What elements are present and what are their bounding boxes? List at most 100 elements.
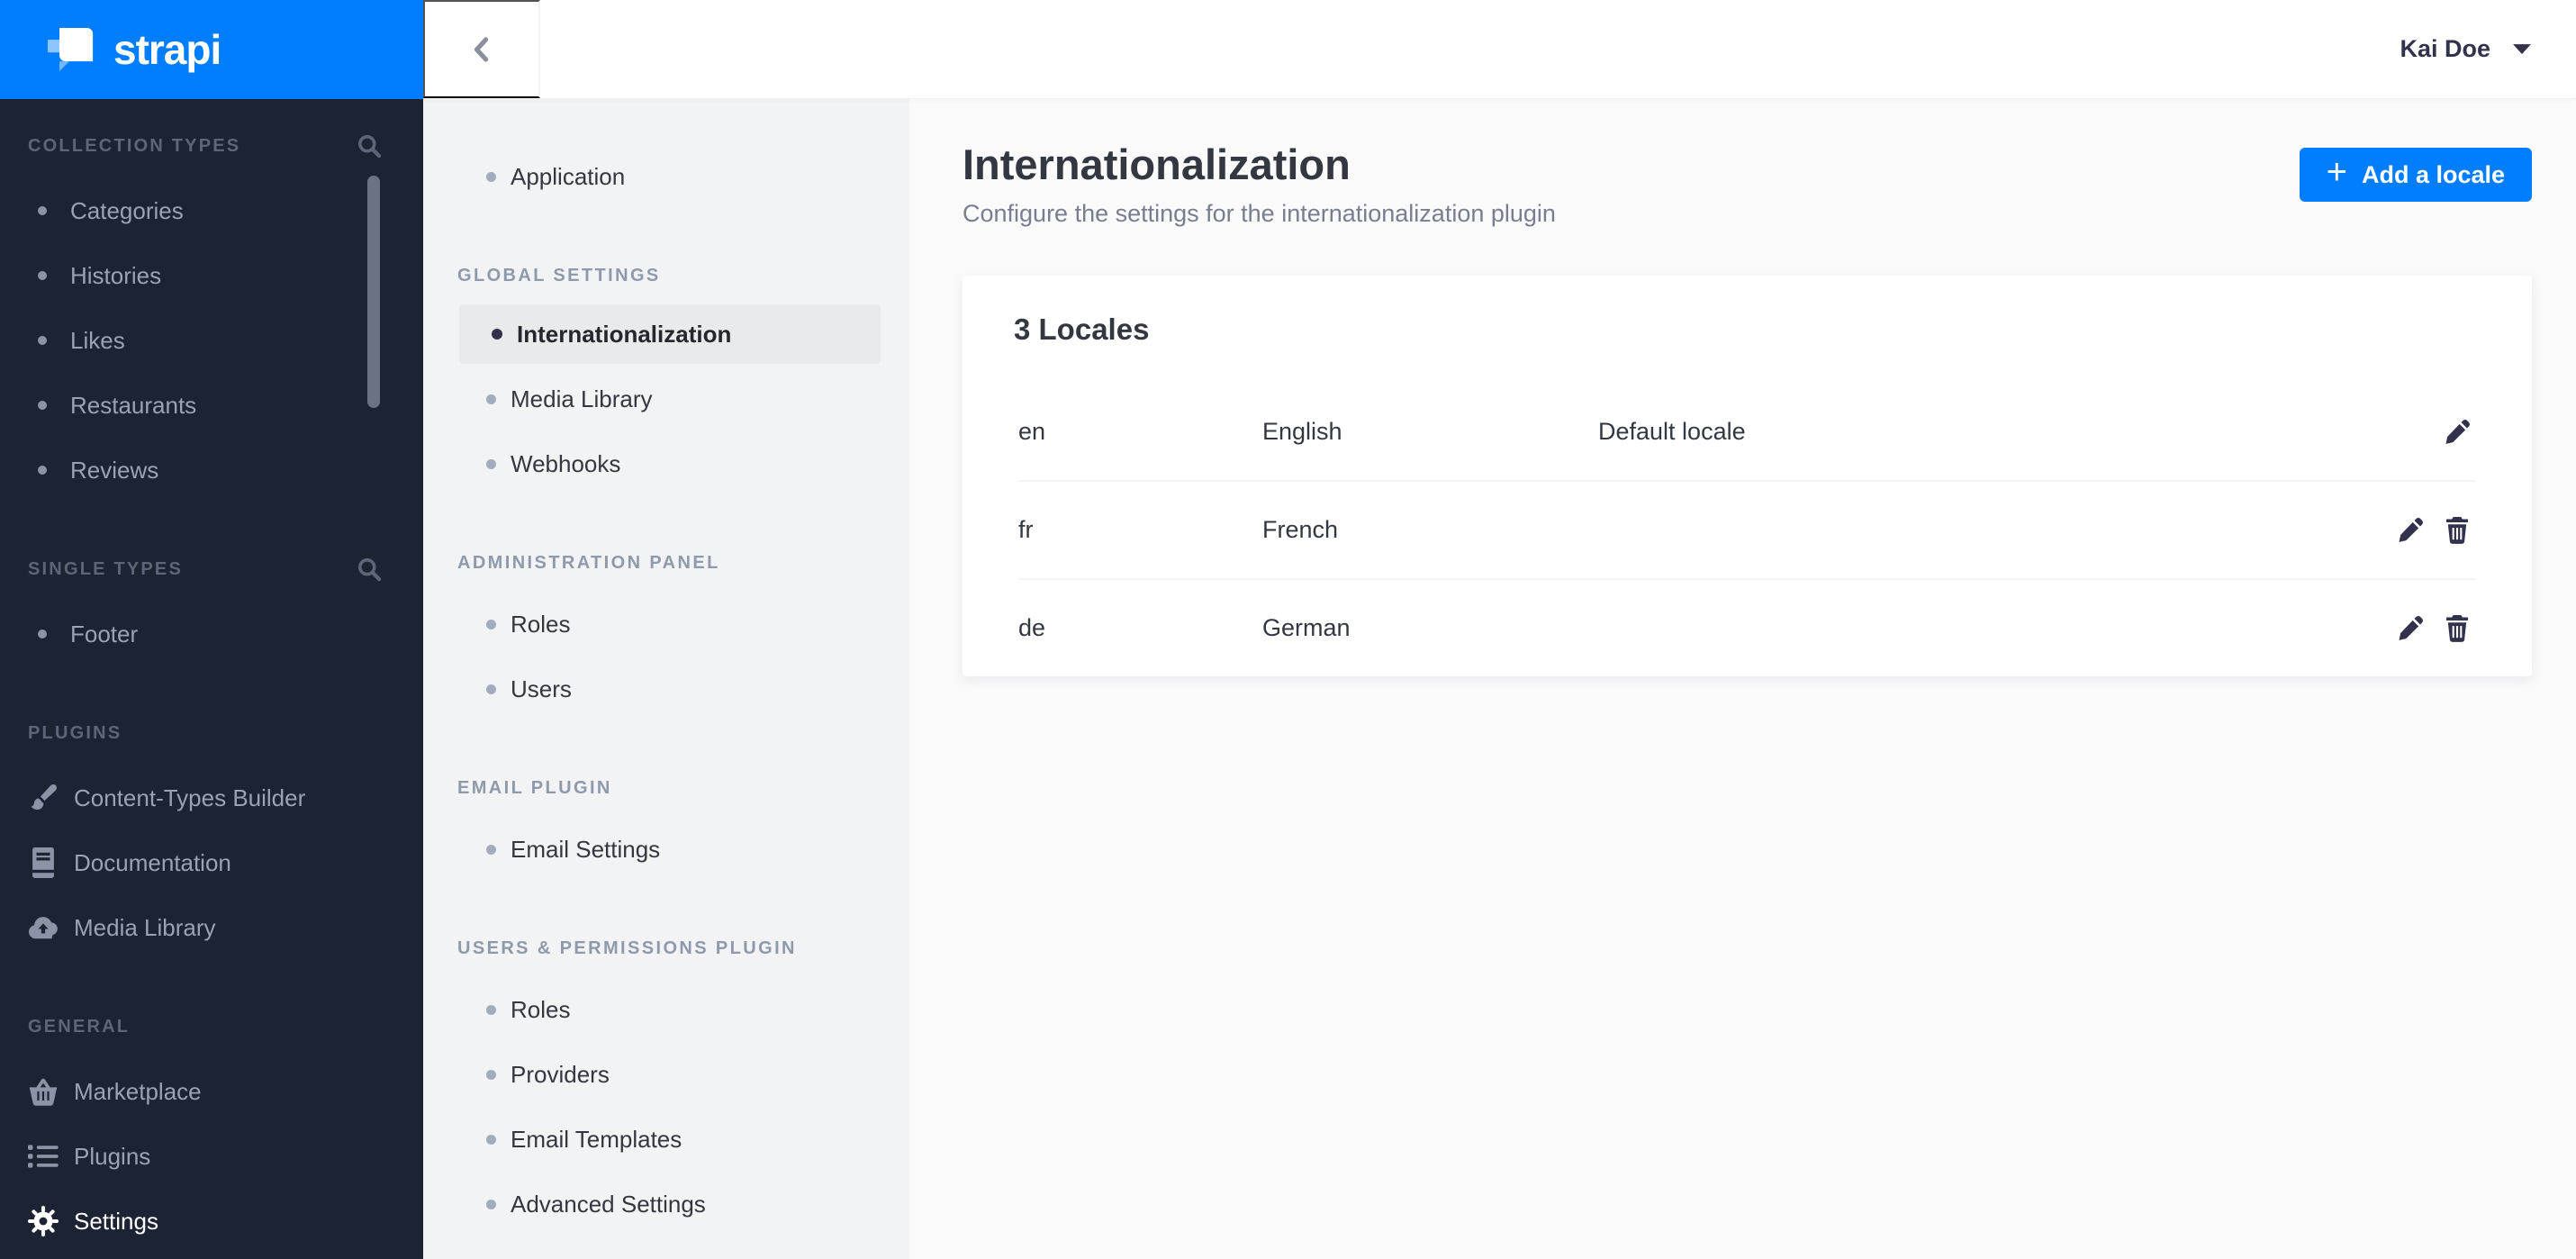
edit-pencil-icon xyxy=(2397,517,2424,544)
sidebar-item-histories[interactable]: Histories xyxy=(0,243,423,308)
sidebar-item-restaurants[interactable]: Restaurants xyxy=(0,373,423,438)
settings-section-label: EMAIL PLUGIN xyxy=(457,777,612,798)
settings-item-advanced-settings[interactable]: Advanced Settings xyxy=(423,1172,909,1236)
section-label: SINGLE TYPES xyxy=(28,558,183,579)
sidebar-item-content-types-builder[interactable]: Content-Types Builder xyxy=(0,765,423,830)
locale-code: fr xyxy=(1018,516,1034,543)
settings-item-label: Advanced Settings xyxy=(511,1190,706,1218)
chevron-left-icon xyxy=(462,30,502,69)
settings-item-media-library[interactable]: Media Library xyxy=(423,367,909,431)
settings-item-internationalization[interactable]: Internationalization xyxy=(459,304,881,364)
sidebar-item-label: Content-Types Builder xyxy=(74,783,306,811)
bullet-icon xyxy=(486,844,496,855)
sidebar-item-label: Plugins xyxy=(74,1142,151,1170)
settings-item-label: Users xyxy=(511,675,572,702)
settings-section-label: ADMINISTRATION PANEL xyxy=(457,552,720,573)
delete-locale-button[interactable] xyxy=(2444,615,2471,642)
locale-default-badge: Default locale xyxy=(1598,418,1746,445)
sidebar-scrollbar-thumb[interactable] xyxy=(367,176,380,408)
edit-pencil-icon xyxy=(2444,419,2471,446)
sidebar-item-plugins[interactable]: Plugins xyxy=(0,1124,423,1189)
main-sidebar: strapi COLLECTION TYPES Categories Histo… xyxy=(0,0,423,1259)
bullet-icon xyxy=(486,619,496,630)
settings-item-label: Application xyxy=(511,162,626,190)
book-icon xyxy=(25,847,61,878)
locale-row-en: en English Default locale xyxy=(963,384,2532,480)
basket-icon xyxy=(25,1078,61,1106)
settings-item-up-roles[interactable]: Roles xyxy=(423,977,909,1042)
delete-locale-button[interactable] xyxy=(2444,517,2471,544)
locale-code: de xyxy=(1018,614,1046,641)
strapi-flag-icon xyxy=(47,28,94,71)
settings-item-label: Roles xyxy=(511,995,571,1023)
section-collection-types: COLLECTION TYPES Categories Histories Li… xyxy=(0,128,423,503)
sidebar-item-reviews[interactable]: Reviews xyxy=(0,438,423,503)
settings-item-label: Email Settings xyxy=(511,835,661,863)
settings-item-email-settings[interactable]: Email Settings xyxy=(423,817,909,882)
settings-item-application[interactable]: Application xyxy=(423,144,909,209)
bullet-icon xyxy=(38,206,47,215)
brand-name: strapi xyxy=(113,26,221,73)
sidebar-item-label: Documentation xyxy=(74,848,231,876)
settings-item-label: Email Templates xyxy=(511,1125,682,1153)
edit-locale-button[interactable] xyxy=(2397,615,2424,642)
search-icon[interactable] xyxy=(356,132,383,159)
topbar: Kai Doe xyxy=(423,0,2576,99)
settings-section-label: USERS & PERMISSIONS PLUGIN xyxy=(457,937,797,958)
sidebar-item-label: Restaurants xyxy=(70,391,197,419)
bullet-icon xyxy=(486,171,496,182)
settings-item-webhooks[interactable]: Webhooks xyxy=(423,431,909,496)
edit-pencil-icon xyxy=(2397,615,2424,642)
bullet-icon xyxy=(486,684,496,694)
sidebar-item-label: Reviews xyxy=(70,456,159,484)
settings-section-label: GLOBAL SETTINGS xyxy=(457,265,661,285)
trash-icon xyxy=(2445,516,2470,544)
settings-item-label: Internationalization xyxy=(517,320,732,348)
sidebar-item-label: Marketplace xyxy=(74,1077,202,1105)
back-button[interactable] xyxy=(423,0,540,98)
add-locale-button-label: Add a locale xyxy=(2361,160,2505,188)
locale-row-de: de German xyxy=(963,580,2532,676)
sidebar-item-documentation[interactable]: Documentation xyxy=(0,830,423,895)
sidebar-item-footer[interactable]: Footer xyxy=(0,602,423,666)
list-icon xyxy=(25,1144,61,1169)
sidebar-item-marketplace[interactable]: Marketplace xyxy=(0,1059,423,1124)
section-label: GENERAL xyxy=(28,1016,131,1037)
caret-down-icon xyxy=(2512,43,2532,55)
add-locale-button[interactable]: + Add a locale xyxy=(2299,148,2532,202)
settings-item-email-templates[interactable]: Email Templates xyxy=(423,1107,909,1172)
settings-sidebar: Application GLOBAL SETTINGS Internationa… xyxy=(423,99,909,1259)
settings-item-admin-users[interactable]: Users xyxy=(423,657,909,721)
sidebar-item-label: Settings xyxy=(74,1207,158,1235)
settings-item-providers[interactable]: Providers xyxy=(423,1042,909,1107)
row-actions xyxy=(2444,419,2471,446)
sidebar-item-media-library[interactable]: Media Library xyxy=(0,895,423,960)
locales-card-title: 3 Locales xyxy=(1014,312,1150,346)
section-single-types: SINGLE TYPES Footer xyxy=(0,551,423,666)
brush-icon xyxy=(25,783,61,813)
sidebar-item-label: Media Library xyxy=(74,913,216,941)
sidebar-item-likes[interactable]: Likes xyxy=(0,308,423,373)
edit-locale-button[interactable] xyxy=(2397,517,2424,544)
settings-item-admin-roles[interactable]: Roles xyxy=(423,592,909,657)
section-general: GENERAL Marketplace Plugins Settings xyxy=(0,1009,423,1254)
edit-locale-button[interactable] xyxy=(2444,419,2471,446)
settings-item-label: Media Library xyxy=(511,385,653,412)
bullet-icon xyxy=(38,466,47,475)
bullet-icon xyxy=(38,336,47,345)
sidebar-item-settings[interactable]: Settings xyxy=(0,1189,423,1254)
settings-section-global: GLOBAL SETTINGS Internationalization Med… xyxy=(423,258,909,496)
section-label: COLLECTION TYPES xyxy=(28,135,241,156)
settings-item-label: Webhooks xyxy=(511,449,621,477)
bullet-icon xyxy=(38,630,47,639)
strapi-logo[interactable]: strapi xyxy=(0,0,423,99)
gear-icon xyxy=(25,1206,61,1236)
search-icon[interactable] xyxy=(356,556,383,583)
bullet-icon xyxy=(486,1199,496,1209)
user-menu-dropdown[interactable]: Kai Doe xyxy=(2400,35,2532,63)
sidebar-item-categories[interactable]: Categories xyxy=(0,178,423,243)
bullet-icon xyxy=(38,271,47,280)
sidebar-item-label: Likes xyxy=(70,326,125,354)
locale-name: English xyxy=(1262,418,1342,445)
user-name: Kai Doe xyxy=(2400,35,2490,62)
